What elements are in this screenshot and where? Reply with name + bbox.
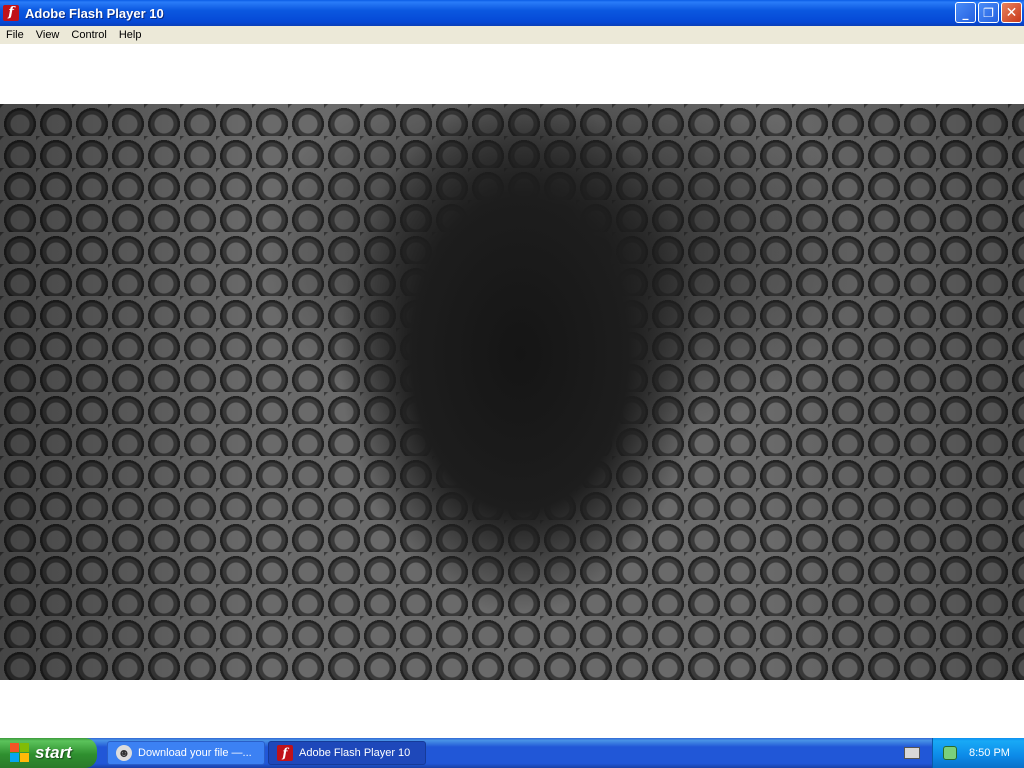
stage-shading <box>0 104 1024 680</box>
download-icon: ☻ <box>116 745 132 761</box>
menu-bar: File View Control Help <box>0 26 1024 44</box>
system-tray: 8:50 PM <box>932 738 1024 768</box>
network-icon[interactable] <box>943 746 957 760</box>
flash-icon: f <box>277 745 293 761</box>
taskbar-item-label: Adobe Flash Player 10 <box>299 747 411 759</box>
windows-logo-icon <box>10 743 30 763</box>
taskbar-item-label: Download your file —... <box>138 747 252 759</box>
taskbar-item-flash-player[interactable]: f Adobe Flash Player 10 <box>268 741 426 765</box>
menu-help[interactable]: Help <box>113 29 148 41</box>
menu-control[interactable]: Control <box>65 29 112 41</box>
flash-icon: f <box>3 5 19 21</box>
taskbar-item-download[interactable]: ☻ Download your file —... <box>107 741 265 765</box>
start-label: start <box>35 743 72 762</box>
player-content <box>0 44 1024 738</box>
menu-file[interactable]: File <box>0 29 30 41</box>
minimize-button[interactable]: _ <box>955 2 976 23</box>
game-canvas[interactable] <box>0 104 1024 680</box>
maximize-button[interactable]: ❐ <box>978 2 999 23</box>
start-button[interactable]: start <box>0 738 97 768</box>
menu-view[interactable]: View <box>30 29 66 41</box>
title-bar[interactable]: f Adobe Flash Player 10 _ ❐ ✕ <box>0 0 1024 26</box>
close-button[interactable]: ✕ <box>1001 2 1022 23</box>
taskbar: start ☻ Download your file —... f Adobe … <box>0 738 1024 768</box>
clock[interactable]: 8:50 PM <box>969 747 1010 759</box>
window-title: Adobe Flash Player 10 <box>25 5 164 21</box>
window-controls: _ ❐ ✕ <box>955 2 1022 23</box>
keyboard-icon[interactable] <box>904 747 920 759</box>
